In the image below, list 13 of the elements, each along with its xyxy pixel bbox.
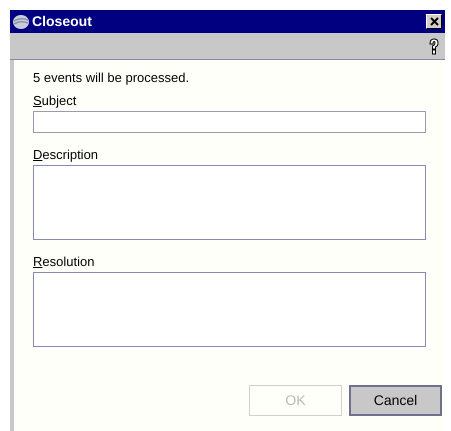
field-label: Description (33, 147, 100, 163)
field-label: Subject (33, 93, 78, 109)
close-button[interactable] (426, 14, 442, 29)
help-icon[interactable] (428, 38, 440, 54)
cancel-button[interactable]: Cancel (349, 385, 442, 416)
close-icon (430, 17, 438, 26)
subject-field[interactable] (33, 111, 426, 133)
message-text: 5 events will be processed. (33, 69, 190, 87)
window-title: Closeout (32, 12, 93, 31)
text-area[interactable] (33, 165, 426, 240)
field-label: Resolution (33, 254, 96, 270)
globe-icon (12, 14, 30, 30)
text-area[interactable] (33, 272, 426, 347)
